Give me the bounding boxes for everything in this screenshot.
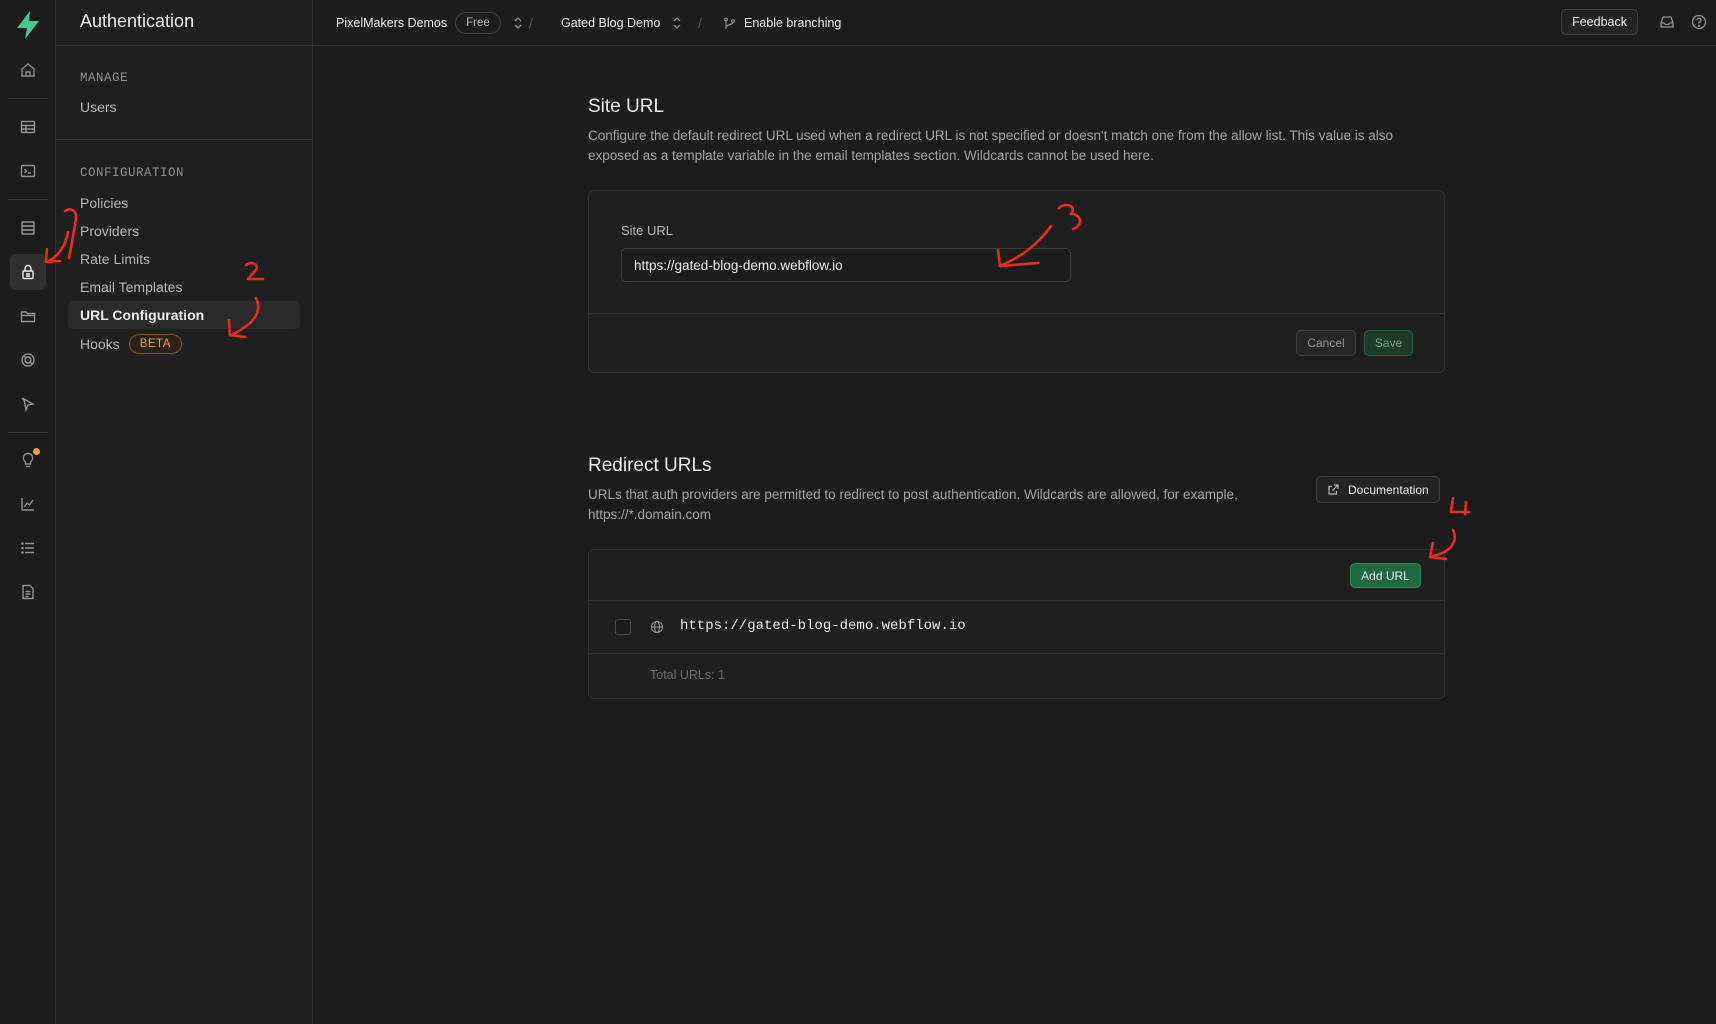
org-name: PixelMakers Demos [336,16,448,30]
edge-functions-icon[interactable] [10,386,46,422]
sidebar-item-url-configuration[interactable]: URL Configuration [68,301,300,329]
table-editor-icon[interactable] [10,109,46,145]
chevron-up-down-icon [514,17,522,29]
globe-icon [650,620,664,634]
save-button[interactable]: Save [1364,330,1413,356]
redirect-urls-title: Redirect URLs [588,455,712,476]
sidebar-item-label: URL Configuration [80,307,205,323]
project-selector[interactable]: Gated Blog Demo [561,0,682,46]
sql-editor-icon[interactable] [10,153,46,189]
sidebar-item-label: Providers [80,223,140,239]
cancel-button[interactable]: Cancel [1296,330,1356,356]
external-link-icon [1328,484,1339,495]
manage-heading: MANAGE [80,71,129,85]
auth-sidebar: Authentication MANAGE Users CONFIGURATIO… [56,0,313,1024]
documentation-label: Documentation [1348,482,1429,497]
advisors-icon[interactable] [10,442,46,478]
sidebar-item-label: Policies [80,195,129,211]
git-branch-icon [724,17,735,29]
feedback-button[interactable]: Feedback [1561,9,1638,35]
realtime-icon[interactable] [10,342,46,378]
home-icon[interactable] [10,52,46,88]
add-url-button[interactable]: Add URL [1350,563,1421,588]
top-bar: PixelMakers Demos Free / Gated Blog Demo… [313,0,1716,46]
sidebar-title: Authentication [56,0,312,46]
notification-dot [33,448,40,455]
reports-icon[interactable] [10,486,46,522]
sidebar-item-label: Users [80,99,117,115]
redirect-urls-card: Add URL https://gated-blog-demo.webflow.… [588,549,1445,699]
site-url-card: Site URL Cancel Save [588,190,1445,373]
redirect-urls-description: URLs that auth providers are permitted t… [588,487,1238,522]
site-url-field-label: Site URL [621,223,674,238]
sidebar-item-policies[interactable]: Policies [68,189,300,217]
database-icon[interactable] [10,210,46,246]
sidebar-item-providers[interactable]: Providers [68,217,300,245]
documentation-button[interactable]: Documentation [1316,476,1440,503]
inbox-icon[interactable] [1658,13,1676,31]
help-icon[interactable] [1690,13,1708,31]
sidebar-item-users[interactable]: Users [68,93,300,121]
total-urls-count: Total URLs: 1 [650,668,726,682]
redirect-url-value: https://gated-blog-demo.webflow.io [680,618,966,634]
url-list-item: https://gated-blog-demo.webflow.io [589,601,1444,653]
breadcrumb-separator: / [529,15,533,31]
chevron-up-down-icon [673,17,681,29]
plan-badge: Free [455,12,501,34]
site-url-title: Site URL [588,96,665,117]
url-select-checkbox[interactable] [615,619,631,635]
site-url-description: Configure the default redirect URL used … [588,128,1393,163]
storage-icon[interactable] [10,298,46,334]
enable-branching-button[interactable]: Enable branching [723,0,841,46]
api-docs-icon[interactable] [10,574,46,610]
supabase-logo-icon[interactable] [14,10,42,40]
authentication-icon[interactable] [10,254,46,290]
sidebar-item-label: Email Templates [80,279,183,295]
sidebar-item-hooks[interactable]: Hooks BETA [68,329,300,359]
configuration-heading: CONFIGURATION [80,166,185,180]
beta-badge: BETA [128,334,182,354]
org-selector[interactable]: PixelMakers Demos Free [336,0,523,46]
breadcrumb-separator: / [698,15,702,31]
site-url-input[interactable] [621,248,1071,282]
branching-label: Enable branching [744,16,842,30]
sidebar-item-rate-limits[interactable]: Rate Limits [68,245,300,273]
sidebar-item-label: Rate Limits [80,251,151,267]
sidebar-item-label: Hooks [80,336,120,352]
logs-icon[interactable] [10,530,46,566]
icon-rail [0,0,56,1024]
project-name: Gated Blog Demo [561,16,661,30]
sidebar-item-email-templates[interactable]: Email Templates [68,273,300,301]
